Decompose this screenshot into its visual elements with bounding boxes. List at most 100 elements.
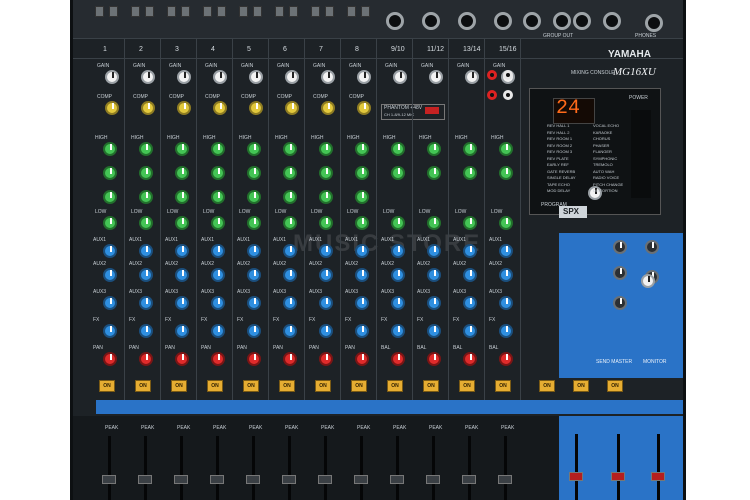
channel-fader[interactable] [462, 475, 476, 484]
eq-low-knob[interactable] [499, 216, 513, 230]
eq-high-knob[interactable] [391, 142, 405, 156]
eq-low-knob[interactable] [247, 216, 261, 230]
gain-knob[interactable] [465, 70, 479, 84]
eq-low-knob[interactable] [355, 216, 369, 230]
channel-fader[interactable] [138, 475, 152, 484]
line-input-jack[interactable] [458, 12, 476, 30]
output-jack[interactable] [553, 12, 571, 30]
monitor-level-knob[interactable] [641, 274, 655, 288]
eq-high-knob[interactable] [499, 142, 513, 156]
fx-send-knob[interactable] [391, 324, 405, 338]
pan-knob[interactable] [391, 352, 405, 366]
channel-on-button[interactable]: ON [351, 380, 367, 392]
channel-fader[interactable] [102, 475, 116, 484]
gain-knob[interactable] [429, 70, 443, 84]
eq-mid-knob[interactable] [391, 166, 405, 180]
comp-knob[interactable] [177, 101, 191, 115]
gain-knob[interactable] [321, 70, 335, 84]
pan-knob[interactable] [103, 352, 117, 366]
aux3-knob[interactable] [427, 296, 441, 310]
comp-knob[interactable] [213, 101, 227, 115]
fx-send-knob[interactable] [319, 324, 333, 338]
channel-on-button[interactable]: ON [423, 380, 439, 392]
hpf-switch[interactable] [325, 6, 334, 17]
channel-fader[interactable] [282, 475, 296, 484]
channel-fader[interactable] [354, 475, 368, 484]
rca-input-right[interactable] [503, 70, 513, 80]
pan-knob[interactable] [355, 352, 369, 366]
master-fader[interactable] [569, 472, 583, 481]
eq-mid-knob[interactable] [211, 166, 225, 180]
hpf-switch[interactable] [361, 6, 370, 17]
eq-mid-freq-knob[interactable] [103, 190, 117, 204]
eq-mid-freq-knob[interactable] [175, 190, 189, 204]
eq-high-knob[interactable] [103, 142, 117, 156]
aux1-knob[interactable] [247, 244, 261, 258]
eq-high-knob[interactable] [319, 142, 333, 156]
gain-knob[interactable] [213, 70, 227, 84]
phantom-switch[interactable] [425, 107, 439, 114]
gain-knob[interactable] [177, 70, 191, 84]
aux2-knob[interactable] [283, 268, 297, 282]
pan-knob[interactable] [463, 352, 477, 366]
eq-mid-knob[interactable] [355, 166, 369, 180]
eq-mid-freq-knob[interactable] [319, 190, 333, 204]
master-fader[interactable] [651, 472, 665, 481]
eq-low-knob[interactable] [211, 216, 225, 230]
eq-high-knob[interactable] [355, 142, 369, 156]
hpf-switch[interactable] [109, 6, 118, 17]
gain-knob[interactable] [249, 70, 263, 84]
master-send-knob[interactable] [613, 240, 627, 254]
eq-mid-knob[interactable] [463, 166, 477, 180]
eq-mid-freq-knob[interactable] [139, 190, 153, 204]
gain-knob[interactable] [285, 70, 299, 84]
channel-fader[interactable] [210, 475, 224, 484]
aux1-knob[interactable] [391, 244, 405, 258]
aux2-knob[interactable] [319, 268, 333, 282]
aux1-knob[interactable] [283, 244, 297, 258]
eq-mid-knob[interactable] [175, 166, 189, 180]
line-input-jack[interactable] [422, 12, 440, 30]
eq-mid-freq-knob[interactable] [283, 190, 297, 204]
aux3-knob[interactable] [391, 296, 405, 310]
aux2-knob[interactable] [175, 268, 189, 282]
output-jack[interactable] [573, 12, 591, 30]
channel-on-button[interactable]: ON [387, 380, 403, 392]
aux1-knob[interactable] [175, 244, 189, 258]
fx-send-knob[interactable] [247, 324, 261, 338]
pad-switch[interactable] [203, 6, 212, 17]
aux2-knob[interactable] [391, 268, 405, 282]
eq-mid-freq-knob[interactable] [355, 190, 369, 204]
channel-on-button[interactable]: ON [315, 380, 331, 392]
eq-low-knob[interactable] [139, 216, 153, 230]
pan-knob[interactable] [211, 352, 225, 366]
aux3-knob[interactable] [103, 296, 117, 310]
eq-low-knob[interactable] [283, 216, 297, 230]
eq-high-knob[interactable] [283, 142, 297, 156]
channel-on-button[interactable]: ON [495, 380, 511, 392]
aux2-knob[interactable] [103, 268, 117, 282]
fx-send-knob[interactable] [211, 324, 225, 338]
output-jack[interactable] [523, 12, 541, 30]
bus-on-button[interactable]: ON [607, 380, 623, 392]
pad-switch[interactable] [347, 6, 356, 17]
eq-mid-knob[interactable] [247, 166, 261, 180]
eq-mid-knob[interactable] [139, 166, 153, 180]
fx-send-knob[interactable] [499, 324, 513, 338]
channel-fader[interactable] [498, 475, 512, 484]
aux3-knob[interactable] [247, 296, 261, 310]
aux2-knob[interactable] [427, 268, 441, 282]
aux3-knob[interactable] [211, 296, 225, 310]
line-input-jack[interactable] [494, 12, 512, 30]
master-send-knob[interactable] [613, 296, 627, 310]
aux1-knob[interactable] [139, 244, 153, 258]
bus-on-button[interactable]: ON [539, 380, 555, 392]
eq-mid-knob[interactable] [427, 166, 441, 180]
eq-high-knob[interactable] [139, 142, 153, 156]
fx-send-knob[interactable] [463, 324, 477, 338]
fx-send-knob[interactable] [283, 324, 297, 338]
master-fader[interactable] [611, 472, 625, 481]
comp-knob[interactable] [105, 101, 119, 115]
aux3-knob[interactable] [175, 296, 189, 310]
channel-fader[interactable] [390, 475, 404, 484]
